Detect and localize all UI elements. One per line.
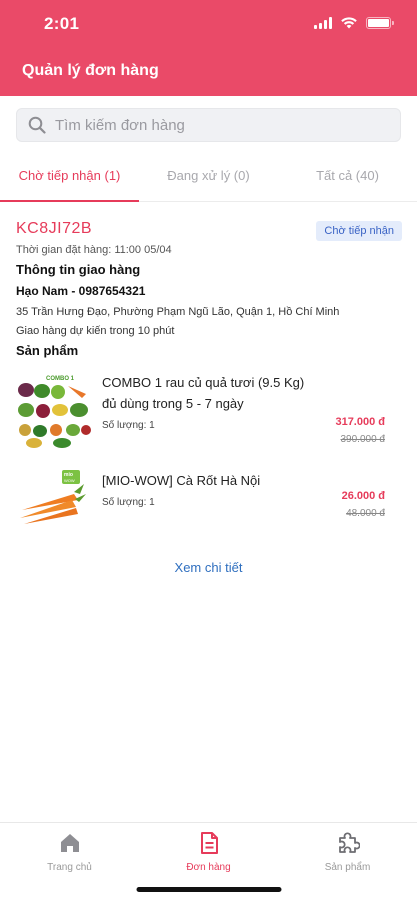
delivery-info-title: Thông tin giao hàng (16, 262, 141, 277)
order-time: Thời gian đặt hàng: 11:00 05/04 (16, 244, 172, 256)
search-icon (28, 116, 46, 134)
search-box[interactable] (16, 108, 401, 142)
search-input[interactable] (55, 116, 400, 134)
nav-item-home[interactable]: Trang chủ (0, 823, 139, 900)
order-status-tabs: Chờ tiếp nhận (1) Đang xử lý (0) Tất cả … (0, 150, 417, 202)
customer-name-phone: Hạo Nam - 0987654321 (16, 284, 146, 298)
search-bar (0, 96, 417, 142)
product-old-price: 390.000 đ (340, 434, 386, 445)
product-item[interactable]: mio WOW [MIO-WOW] Cà Rốt Hà Nội Số lượng… (16, 470, 401, 530)
status-bar: 2:01 (0, 0, 417, 46)
page-title: Quản lý đơn hàng (22, 62, 159, 79)
product-quantity: Số lượng: 1 (102, 420, 155, 431)
svg-text:COMBO 1: COMBO 1 (46, 376, 75, 382)
price-block: 317.000 đ 390.000 đ (335, 416, 385, 445)
nav-item-products[interactable]: Sản phẩm (278, 823, 417, 900)
order-document-icon (200, 832, 218, 854)
cellular-signal-icon (314, 16, 332, 29)
product-name: [MIO-WOW] Cà Rốt Hà Nội (102, 473, 261, 488)
battery-icon (366, 16, 394, 29)
product-old-price: 48.000 đ (346, 508, 385, 519)
delivery-eta: Giao hàng dự kiến trong 10 phút (16, 325, 175, 337)
status-time: 2:01 (44, 14, 80, 33)
status-icons (314, 16, 394, 29)
product-price: 317.000 đ (335, 416, 385, 428)
nav-label-orders: Đơn hàng (186, 862, 231, 873)
wifi-icon (341, 17, 357, 29)
product-puzzle-icon (338, 832, 360, 853)
status-badge: Chờ tiếp nhận (316, 221, 402, 241)
order-card[interactable]: KC8JI72B Chờ tiếp nhận Thời gian đặt hàn… (0, 202, 417, 575)
products-title: Sản phẩm (16, 343, 79, 358)
tab-processing[interactable]: Đang xử lý (0) (139, 150, 278, 201)
bottom-navigation: Trang chủ Đơn hàng Sản phẩm (0, 822, 417, 900)
product-name: COMBO 1 rau củ quả tươi (9.5 Kg) đủ dùng… (102, 375, 305, 411)
tab-all[interactable]: Tất cả (40) (278, 150, 417, 201)
product-quantity: Số lượng: 1 (102, 497, 155, 508)
svg-text:WOW: WOW (64, 478, 75, 483)
product-price: 26.000 đ (341, 490, 385, 502)
view-details-link[interactable]: Xem chi tiết (16, 560, 401, 575)
home-indicator (136, 887, 281, 892)
tab-pending[interactable]: Chờ tiếp nhận (1) (0, 150, 139, 202)
price-block: 26.000 đ 48.000 đ (342, 490, 385, 519)
nav-label-home: Trang chủ (47, 862, 92, 873)
carrot-product-image: mio WOW (16, 470, 92, 530)
nav-label-products: Sản phẩm (324, 862, 371, 873)
vegetable-combo-image: COMBO 1 (16, 372, 92, 450)
product-item[interactable]: COMBO 1 COMBO 1 rau củ quả tươi (9.5 Kg)… (16, 372, 401, 450)
home-icon (60, 834, 79, 852)
delivery-address: 35 Trần Hưng Đạo, Phường Phạm Ngũ Lão, Q… (16, 306, 340, 318)
app-header: 2:01 Quản lý đơn hàng (0, 0, 417, 96)
